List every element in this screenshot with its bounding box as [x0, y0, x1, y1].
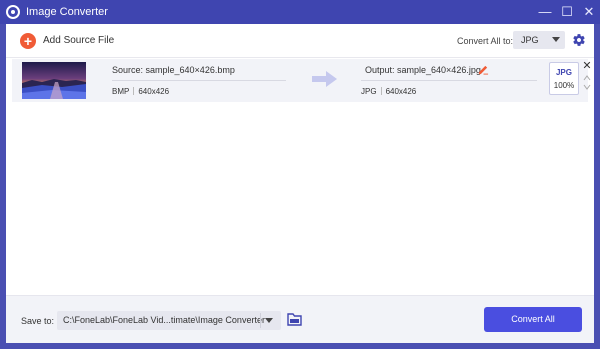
source-divider [112, 80, 286, 81]
remove-file-close-icon[interactable]: ✕ [582, 61, 592, 72]
output-format-info: JPG 640x426 [361, 87, 416, 96]
chevron-down-icon[interactable] [265, 318, 273, 323]
add-source-file-button[interactable]: Add Source File [43, 35, 114, 46]
chevron-down-icon[interactable] [583, 84, 591, 90]
divider [260, 313, 261, 328]
output-size: 640x426 [385, 87, 417, 96]
file-row: Source: sample_640×426.bmp BMP 640x426 Ou… [12, 59, 592, 102]
chevron-down-icon [552, 37, 560, 42]
main-panel: + Add Source File Convert All to: JPG So… [6, 24, 594, 343]
app-logo-icon [6, 5, 20, 19]
close-icon[interactable]: ✕ [580, 3, 598, 21]
divider [133, 87, 135, 95]
title-bar: Image Converter — ☐ ✕ [0, 0, 600, 24]
save-path-value: C:\FoneLab\FoneLab Vid...timate\Image Co… [63, 315, 265, 325]
toolbar: + Add Source File Convert All to: JPG [6, 24, 594, 58]
format-badge: JPG [555, 68, 572, 77]
convert-all-button[interactable]: Convert All [484, 307, 582, 332]
folder-icon[interactable] [287, 312, 302, 326]
edit-icon[interactable] [478, 64, 489, 75]
convert-all-format-select[interactable]: JPG [513, 31, 565, 49]
source-size: 640x426 [138, 87, 170, 96]
add-icon[interactable]: + [20, 33, 36, 49]
output-format: JPG [361, 87, 377, 96]
minimize-icon[interactable]: — [536, 3, 554, 21]
footer-bar: Save to: C:\FoneLab\FoneLab Vid...timate… [6, 295, 594, 343]
app-title: Image Converter [26, 6, 108, 18]
maximize-icon[interactable]: ☐ [558, 3, 576, 21]
output-divider [361, 80, 537, 81]
save-to-label: Save to: [21, 316, 55, 326]
image-thumbnail [22, 62, 86, 99]
source-format-info: BMP 640x426 [112, 87, 169, 96]
quality-value: 100% [553, 81, 575, 90]
source-file-name: Source: sample_640×426.bmp [112, 65, 235, 75]
convert-all-to-label: Convert All to: [457, 36, 514, 46]
save-path-select[interactable]: C:\FoneLab\FoneLab Vid...timate\Image Co… [57, 311, 281, 330]
arrow-right-icon [312, 71, 337, 87]
source-format: BMP [112, 87, 130, 96]
chevron-up-icon[interactable] [583, 75, 591, 81]
output-file-name: Output: sample_640×426.jpg [365, 65, 481, 75]
convert-all-format-value: JPG [521, 35, 539, 45]
output-format-button[interactable]: JPG 100% [549, 62, 579, 95]
divider [380, 87, 382, 95]
gear-icon[interactable] [572, 33, 586, 47]
